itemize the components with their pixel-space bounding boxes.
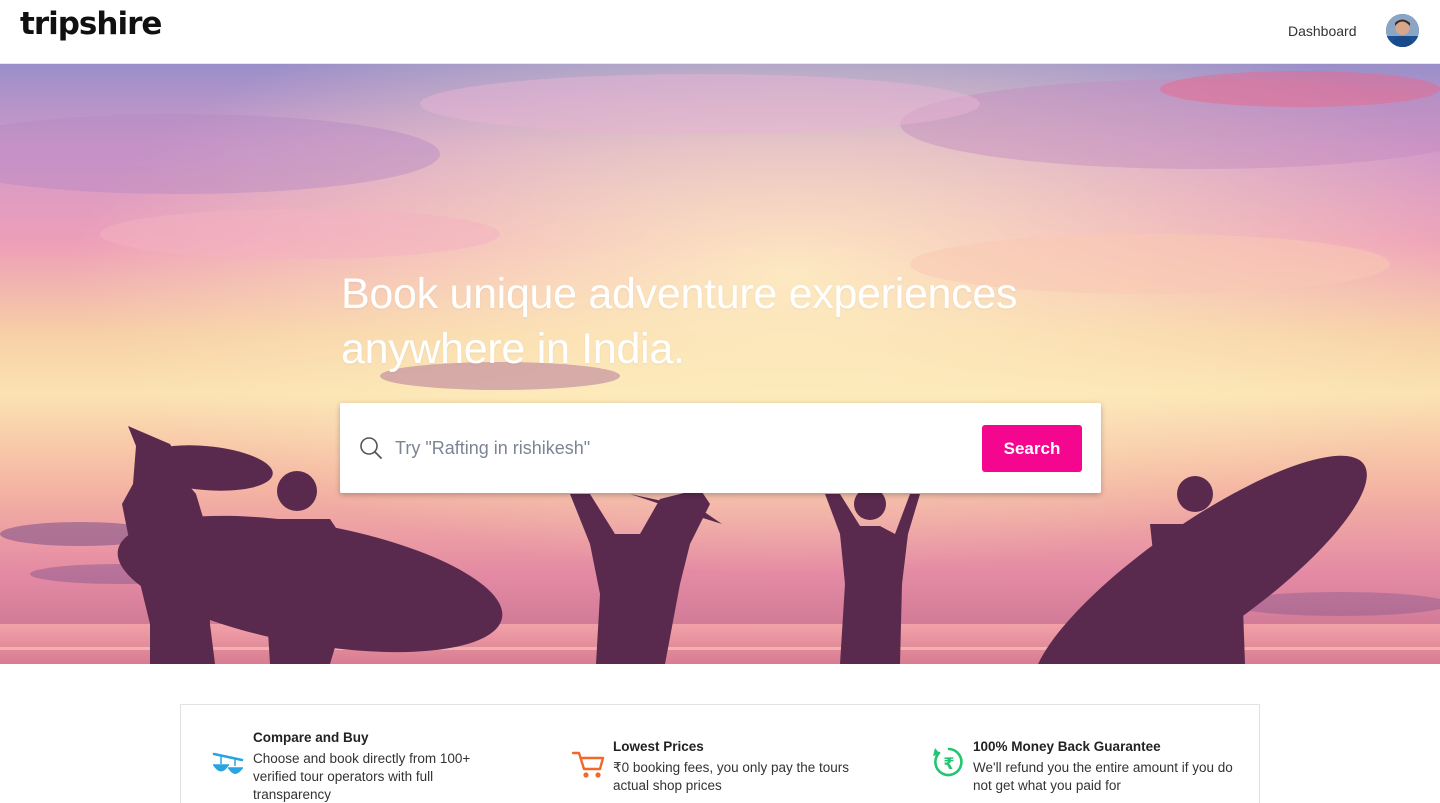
- search-input[interactable]: [395, 433, 955, 463]
- search-bar: Search: [340, 403, 1101, 493]
- rupee-refund-icon: ₹: [933, 747, 963, 777]
- svg-text:₹: ₹: [943, 754, 954, 773]
- search-button[interactable]: Search: [982, 425, 1082, 472]
- hero-banner: Book unique adventure experiences anywhe…: [0, 64, 1440, 664]
- search-icon: [360, 437, 382, 459]
- cart-icon: [571, 751, 605, 778]
- feature-description: ₹0 booking fees, you only pay the tours …: [613, 760, 849, 793]
- feature-description: Choose and book directly from 100+ verif…: [253, 751, 471, 802]
- hero-headline-line2: anywhere in India.: [341, 325, 685, 373]
- user-avatar[interactable]: [1386, 14, 1419, 47]
- top-navbar: tripshire Dashboard: [0, 0, 1440, 64]
- feature-title: Lowest Prices: [613, 739, 704, 754]
- feature-title: 100% Money Back Guarantee: [973, 739, 1161, 754]
- hero-headline: Book unique adventure experiences anywhe…: [341, 267, 1101, 377]
- dashboard-link[interactable]: Dashboard: [1288, 23, 1357, 39]
- features-panel: Compare and Buy Choose and book directly…: [180, 704, 1260, 803]
- scales-icon: [212, 752, 244, 774]
- feature-description: We'll refund you the entire amount if yo…: [973, 760, 1233, 793]
- tripshire-logo[interactable]: tripshire: [20, 6, 162, 42]
- avatar-image: [1386, 14, 1419, 47]
- hero-headline-line1: Book unique adventure experiences: [341, 270, 1018, 318]
- feature-title: Compare and Buy: [253, 730, 369, 745]
